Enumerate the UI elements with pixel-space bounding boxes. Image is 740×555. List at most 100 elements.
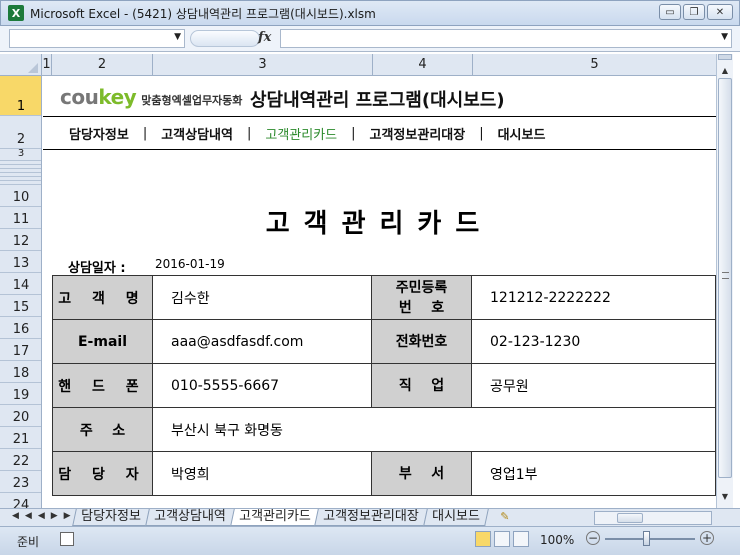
sheet-tab-manager-info[interactable]: 담당자정보 — [72, 509, 150, 526]
table-row: 담 당 자 박영희 부 서 영업1부 — [52, 451, 716, 496]
sheet-tab-label: 고객상담내역 — [153, 509, 226, 524]
address-value[interactable]: 부산시 북구 화명동 — [152, 407, 716, 452]
column-header[interactable]: 2 — [52, 54, 153, 76]
mobile-value[interactable]: 010-5555-6667 — [152, 363, 372, 408]
row-header[interactable]: 23 — [0, 471, 41, 493]
column-header[interactable]: 5 — [473, 54, 716, 76]
occupation-label: 직 업 — [371, 363, 472, 408]
row-header[interactable]: 1 — [0, 76, 41, 116]
sheet-tabs: 담당자정보 고객상담내역 고객관리카드 고객정보관리대장 대시보드 ✎ — [72, 509, 516, 526]
name-box[interactable]: ▼ — [9, 29, 185, 48]
vertical-scrollbar[interactable]: ▲ ▼ — [716, 54, 733, 508]
manager-label: 담 당 자 — [52, 451, 153, 496]
minimize-button[interactable]: ▭ — [659, 4, 681, 20]
nav-separator: | — [246, 126, 252, 141]
zoom-level[interactable]: 100% — [540, 533, 574, 547]
vertical-scroll-thumb[interactable] — [718, 78, 732, 478]
close-button[interactable]: ✕ — [707, 4, 733, 20]
consult-date-value[interactable]: 2016-01-19 — [155, 257, 225, 271]
formula-input[interactable]: ▼ — [280, 29, 732, 48]
window-controls: ▭ ❐ ✕ — [659, 4, 733, 20]
row-header[interactable]: 16 — [0, 317, 41, 339]
sheet-tab-customer-card[interactable]: 고객관리카드 — [229, 509, 320, 526]
row-header[interactable]: 13 — [0, 251, 41, 273]
resident-number-label: 주민등록 번 호 — [371, 275, 472, 320]
manager-value[interactable]: 박영희 — [152, 451, 372, 496]
zoom-in-icon[interactable]: + — [700, 531, 714, 545]
zoom-out-icon[interactable]: − — [586, 531, 600, 545]
row-header[interactable]: 18 — [0, 361, 41, 383]
row-header[interactable]: 10 — [0, 185, 41, 207]
resident-number-value[interactable]: 121212-2222222 — [471, 275, 716, 320]
department-value[interactable]: 영업1부 — [471, 451, 716, 496]
nav-item-consultation-history[interactable]: 고객상담내역 — [161, 124, 233, 143]
sheet-tab-label: 고객관리카드 — [238, 509, 311, 524]
row-header[interactable]: 14 — [0, 273, 41, 295]
status-ready: 준비 — [17, 535, 40, 549]
insert-function-icon[interactable]: fx — [258, 30, 271, 45]
customer-name-value[interactable]: 김수한 — [152, 275, 372, 320]
table-row: 핸 드 폰 010-5555-6667 직 업 공무원 — [52, 363, 716, 408]
row-header[interactable]: 11 — [0, 207, 41, 229]
sheet-tab-label: 대시보드 — [432, 509, 480, 524]
header-divider — [43, 116, 716, 117]
view-buttons — [475, 531, 529, 547]
email-value[interactable]: aaa@asdfasdf.com — [152, 319, 372, 364]
horizontal-scroll-thumb[interactable] — [617, 513, 643, 523]
row-header[interactable]: 3 — [0, 149, 41, 161]
sheet-tab-dashboard[interactable]: 대시보드 — [423, 509, 489, 526]
phone-value[interactable]: 02-123-1230 — [471, 319, 716, 364]
horizontal-scrollbar[interactable] — [594, 511, 712, 525]
department-label: 부 서 — [371, 451, 472, 496]
nav-separator: | — [142, 126, 148, 141]
formula-splitter[interactable] — [190, 30, 260, 47]
scroll-down-icon[interactable]: ▼ — [718, 490, 732, 504]
formula-bar: ▼ fx ▼ — [0, 26, 740, 52]
scroll-up-icon[interactable]: ▲ — [718, 64, 732, 78]
row-header[interactable]: 24 — [0, 493, 41, 508]
row-header[interactable]: 12 — [0, 229, 41, 251]
row-headers: 1 2 3 10 11 12 13 14 15 16 17 18 19 20 2… — [0, 76, 42, 508]
status-bar: 준비 100% − + — [0, 526, 740, 555]
macro-record-icon[interactable] — [60, 532, 74, 546]
nav-item-manager-info[interactable]: 담당자정보 — [69, 124, 129, 143]
logo-tagline: 맞춤형엑셀업무자동화 — [141, 94, 243, 107]
column-header[interactable]: 4 — [373, 54, 473, 76]
resident-number-label-line1: 주민등록 — [395, 279, 448, 296]
worksheet[interactable]: cou key 맞춤형엑셀업무자동화 상담내역관리 프로그램(대시보드) 담당자정… — [43, 77, 716, 508]
insert-sheet-icon[interactable]: ✎ — [494, 509, 516, 525]
nav-item-dashboard[interactable]: 대시보드 — [498, 124, 546, 143]
nav-separator: | — [479, 126, 484, 141]
grip-icon — [722, 272, 729, 279]
card-title: 고객관리카드 — [265, 209, 494, 239]
occupation-value[interactable]: 공무원 — [471, 363, 716, 408]
page-break-view-button[interactable] — [513, 531, 529, 547]
column-header[interactable]: 1 — [42, 54, 52, 76]
expand-formula-icon[interactable]: ▼ — [721, 32, 728, 42]
table-row: 주 소 부산시 북구 화명동 — [52, 407, 716, 452]
sheet-tab-consultation-history[interactable]: 고객상담내역 — [145, 509, 235, 526]
chevron-down-icon[interactable]: ▼ — [174, 32, 181, 42]
row-header[interactable]: 22 — [0, 449, 41, 471]
row-header[interactable]: 19 — [0, 383, 41, 405]
row-header[interactable]: 17 — [0, 339, 41, 361]
split-box[interactable] — [718, 54, 732, 60]
column-header[interactable]: 3 — [153, 54, 373, 76]
row-header[interactable]: 20 — [0, 405, 41, 427]
resident-number-label-line2: 번 호 — [398, 299, 445, 316]
sheet-tab-customer-ledger[interactable]: 고객정보관리대장 — [314, 509, 428, 526]
row-header[interactable]: 2 — [0, 116, 41, 149]
nav-item-customer-card[interactable]: 고객관리카드 — [265, 124, 337, 143]
zoom-slider-track[interactable] — [605, 538, 695, 540]
nav-item-customer-ledger[interactable]: 고객정보관리대장 — [370, 124, 466, 143]
coukey-logo: cou key 맞춤형엑셀업무자동화 — [60, 85, 242, 109]
row-header[interactable]: 21 — [0, 427, 41, 449]
zoom-slider-thumb[interactable] — [643, 531, 650, 546]
page-layout-view-button[interactable] — [494, 531, 510, 547]
normal-view-button[interactable] — [475, 531, 491, 547]
table-row: 고 객 명 김수한 주민등록 번 호 121212-2222222 — [52, 275, 716, 320]
restore-button[interactable]: ❐ — [683, 4, 705, 20]
select-all-corner[interactable] — [0, 54, 42, 76]
tab-scroll-arrows-icon[interactable]: ◀◀◀▶▶ — [12, 511, 77, 521]
row-header[interactable]: 15 — [0, 295, 41, 317]
